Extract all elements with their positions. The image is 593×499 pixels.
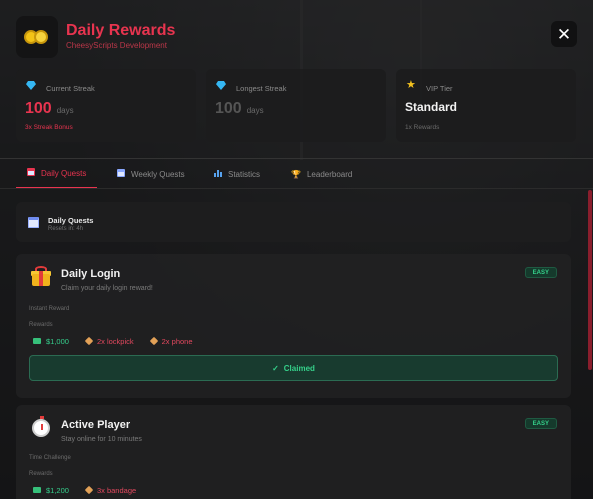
- package-icon: [84, 336, 94, 346]
- package-icon: [84, 485, 94, 495]
- tab-weekly-quests[interactable]: Weekly Quests: [106, 159, 196, 189]
- quest-card: Active Player Stay online for 10 minutes…: [16, 405, 571, 499]
- longest-streak-unit: days: [246, 106, 264, 115]
- reward-cash: $1,200: [33, 486, 69, 495]
- section-title: Daily Quests: [48, 216, 94, 225]
- reward-item: 2x phone: [149, 336, 193, 346]
- page-title: Daily Rewards: [66, 22, 176, 39]
- difficulty-badge: EASY: [524, 267, 557, 278]
- tab-label: Daily Quests: [41, 168, 87, 178]
- reward-text: 2x lockpick: [96, 337, 134, 346]
- current-streak-label: Current Streak: [46, 84, 95, 93]
- trophy-icon: 🏆: [291, 169, 301, 179]
- claimed-label: Claimed: [283, 363, 315, 373]
- tab-leaderboard[interactable]: 🏆 Leaderboard: [280, 159, 363, 189]
- reset-timer: Resets in: 4h: [48, 226, 84, 232]
- tab-statistics[interactable]: Statistics: [203, 159, 271, 189]
- diamond-icon: [26, 81, 36, 93]
- check-icon: ✓: [272, 363, 279, 373]
- stats-row: Current Streak 100 days 3x Streak Bonus L…: [16, 69, 577, 143]
- vip-tier-value: Standard: [405, 100, 458, 114]
- cash-icon: [33, 337, 41, 346]
- reward-text: $1,000: [46, 337, 69, 346]
- quest-title: Daily Login: [61, 268, 121, 280]
- quest-description: Stay online for 10 minutes: [61, 436, 142, 443]
- tab-label: Statistics: [228, 169, 261, 179]
- reward-item: 3x bandage: [84, 485, 137, 495]
- reward-item: 2x lockpick: [84, 336, 134, 346]
- calendar-icon: [28, 217, 39, 228]
- rewards-label: Rewards: [29, 322, 53, 328]
- diamond-icon: [216, 81, 226, 93]
- tab-label: Leaderboard: [306, 169, 353, 179]
- longest-streak-card: Longest Streak 100 days: [206, 69, 386, 142]
- divider: [0, 188, 593, 189]
- header: Daily Rewards CheesyScripts Development …: [16, 16, 577, 58]
- close-icon: ✕: [556, 24, 572, 44]
- quest-type: Instant Reward: [29, 306, 70, 312]
- current-streak-card: Current Streak 100 days 3x Streak Bonus: [16, 69, 196, 142]
- tab-label: Weekly Quests: [131, 169, 185, 179]
- tab-daily-quests[interactable]: Daily Quests: [16, 159, 98, 189]
- quest-type: Time Challenge: [29, 455, 71, 461]
- reward-text: $1,200: [46, 486, 69, 495]
- reward-text: 3x bandage: [96, 486, 137, 495]
- bar-chart-icon: [214, 169, 222, 179]
- package-icon: [149, 336, 158, 346]
- logo: [16, 16, 58, 58]
- stopwatch-icon: [32, 416, 50, 437]
- star-icon: ★: [406, 79, 416, 91]
- current-streak-unit: days: [56, 106, 74, 115]
- vip-tier-card: ★ VIP Tier Standard 1x Rewards: [396, 69, 576, 142]
- reward-cash: $1,000: [33, 337, 69, 346]
- coin-logo-icon: [24, 29, 50, 45]
- page-subtitle: CheesyScripts Development: [66, 41, 167, 50]
- rewards-label: Rewards: [29, 471, 53, 477]
- scrollbar[interactable]: [588, 190, 592, 370]
- longest-streak-value: 100 days: [215, 100, 264, 117]
- difficulty-badge: EASY: [524, 418, 557, 429]
- quest-title: Active Player: [61, 419, 131, 431]
- reward-list: $1,200 3x bandage: [33, 485, 153, 495]
- close-button[interactable]: ✕: [551, 21, 577, 47]
- vip-rewards-multiplier: 1x Rewards: [405, 124, 440, 131]
- tab-bar: Daily Quests Weekly Quests Statistics 🏆 …: [16, 159, 577, 189]
- calendar-icon: [117, 169, 125, 179]
- streak-bonus: 3x Streak Bonus: [25, 124, 73, 131]
- reward-text: 2x phone: [161, 337, 193, 346]
- cash-icon: [33, 486, 41, 495]
- claimed-button[interactable]: ✓ Claimed: [29, 355, 558, 381]
- quest-list: Daily Quests Resets in: 4h Daily Login C…: [16, 202, 577, 499]
- quest-description: Claim your daily login reward!: [61, 285, 153, 292]
- current-streak-value: 100 days: [25, 100, 74, 117]
- vip-tier-label: VIP Tier: [426, 84, 453, 93]
- calendar-icon: [27, 168, 35, 178]
- quest-card: Daily Login Claim your daily login rewar…: [16, 254, 571, 398]
- rewards-panel: Daily Rewards CheesyScripts Development …: [0, 0, 593, 499]
- gift-icon: [31, 266, 51, 286]
- reward-list: $1,000 2x lockpick 2x phone: [33, 336, 210, 346]
- longest-streak-label: Longest Streak: [236, 84, 287, 93]
- section-header: Daily Quests Resets in: 4h: [16, 202, 571, 242]
